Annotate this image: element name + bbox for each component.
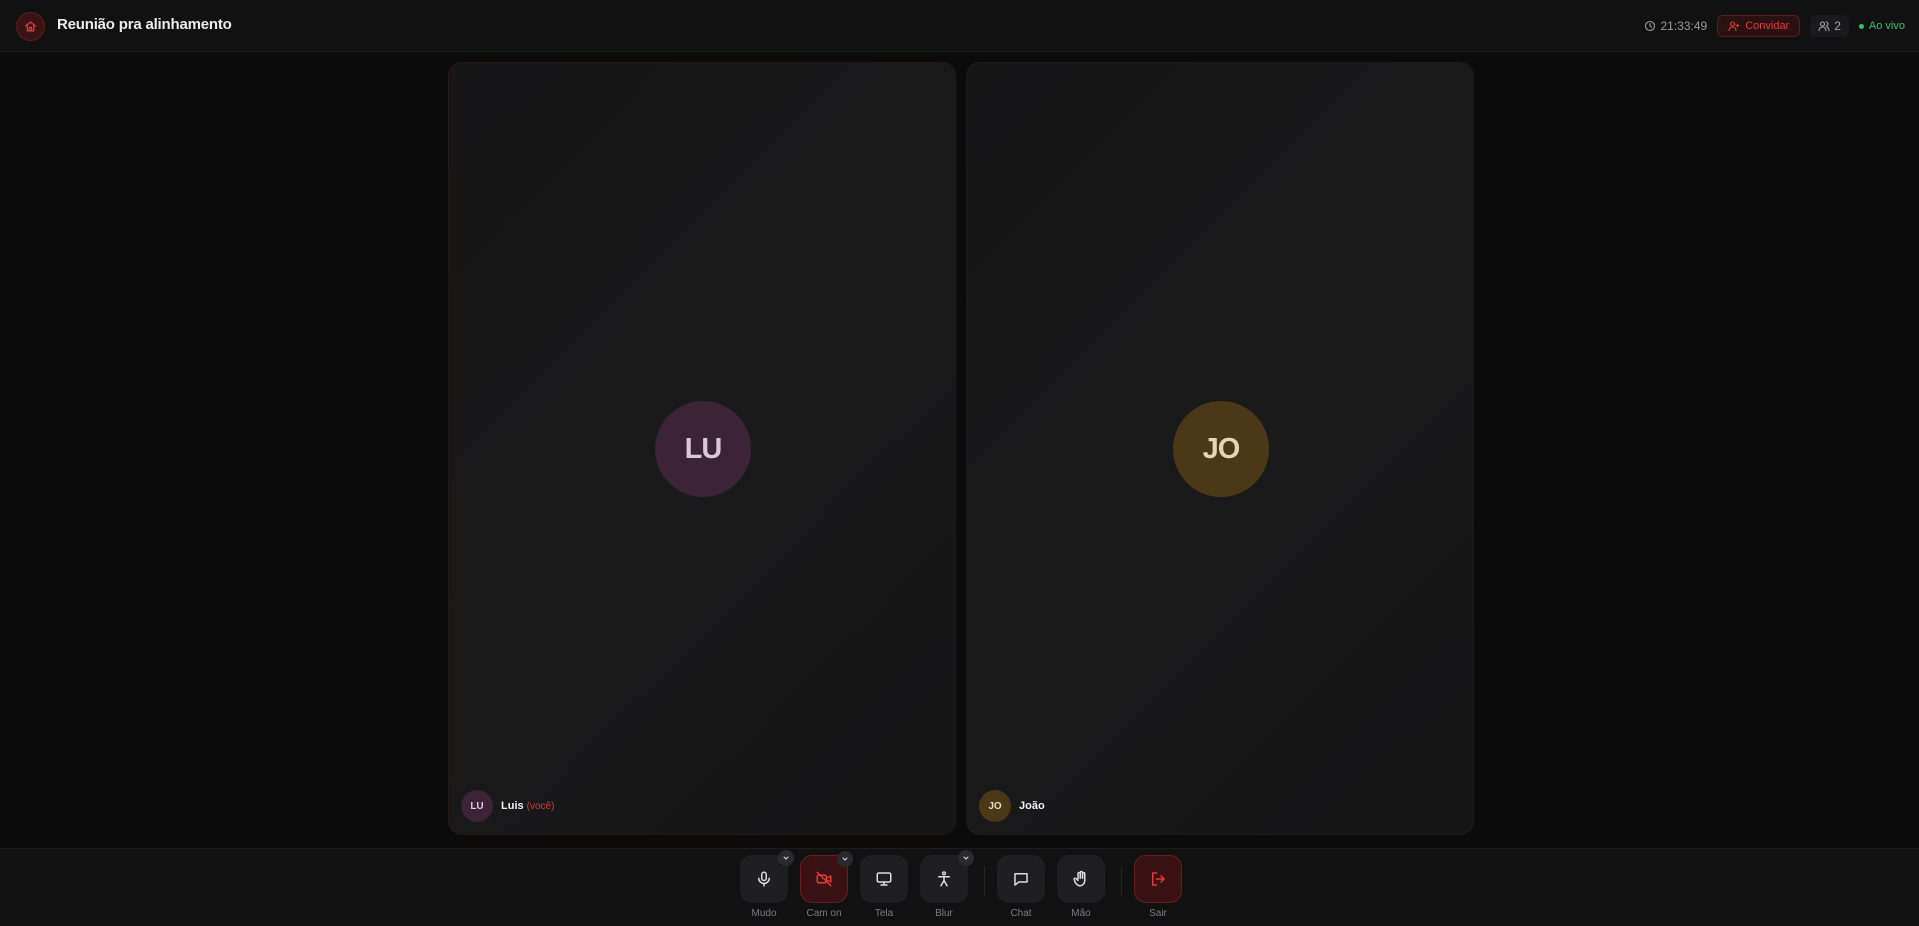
meeting-title: Reunião pra alinhamento (57, 16, 232, 33)
blur-label: Blur (935, 908, 953, 919)
participant-name: Luis (você) (501, 800, 554, 812)
participant-name: João (1019, 800, 1045, 812)
meeting-timer: 21:33:49 (1644, 19, 1707, 33)
chat-label: Chat (1010, 908, 1032, 919)
chat-button[interactable] (997, 855, 1045, 903)
add-user-icon (1728, 20, 1740, 32)
participants-button[interactable]: 2 (1810, 15, 1849, 37)
camera-control: Cam on (800, 851, 853, 919)
camera-off-icon (815, 870, 833, 888)
top-bar: Reunião pra alinhamento 21:33:49 Convida… (0, 0, 1919, 52)
video-tile-local[interactable]: LU LU Luis (você) (448, 62, 956, 835)
camera-button[interactable] (800, 851, 853, 903)
live-indicator: Ao vivo (1858, 20, 1905, 32)
participant-avatar-small: JO (979, 790, 1011, 822)
screen-label: Tela (874, 908, 894, 919)
person-icon (935, 870, 953, 888)
participant-avatar-large: JO (1173, 401, 1269, 497)
monitor-icon (875, 870, 893, 888)
home-icon (24, 20, 37, 33)
participant-count: 2 (1834, 19, 1841, 33)
clock-icon (1644, 20, 1656, 32)
tile-name-tag: LU Luis (você) (461, 790, 554, 822)
control-divider (1121, 866, 1122, 896)
participant-name-text: Luis (501, 800, 524, 812)
live-label: Ao vivo (1868, 20, 1905, 32)
blur-button[interactable] (920, 850, 974, 903)
invite-label: Convidar (1745, 20, 1790, 32)
participant-avatar-large: LU (655, 401, 751, 497)
tile-name-tag: JO João (979, 790, 1045, 822)
home-button[interactable] (16, 12, 45, 41)
leave-label: Sair (1149, 908, 1167, 919)
participant-avatar-small: LU (461, 790, 493, 822)
mute-control: Mudo (740, 850, 794, 919)
leave-button[interactable] (1134, 855, 1182, 903)
mute-button[interactable] (740, 850, 794, 903)
you-label: (você) (526, 801, 555, 812)
video-tile-remote[interactable]: JO JO João (966, 62, 1474, 835)
timer-value: 21:33:49 (1660, 19, 1708, 33)
blur-control: Blur (920, 850, 974, 919)
screen-share-button[interactable] (860, 855, 908, 903)
leave-control: Sair (1134, 855, 1182, 919)
hand-icon (1072, 870, 1090, 888)
hand-label: Mão (1071, 908, 1091, 919)
microphone-icon (755, 870, 773, 888)
camera-options-caret[interactable] (837, 851, 853, 867)
camera-label: Cam on (806, 908, 842, 919)
mute-label: Mudo (751, 908, 777, 919)
invite-button[interactable]: Convidar (1717, 15, 1801, 37)
exit-icon (1149, 870, 1167, 888)
blur-options-caret[interactable] (958, 850, 974, 866)
chat-control: Chat (997, 855, 1045, 919)
hand-control: Mão (1057, 855, 1105, 919)
screen-control: Tela (860, 855, 908, 919)
users-icon (1818, 20, 1830, 32)
control-divider (984, 866, 985, 896)
mic-options-caret[interactable] (778, 850, 794, 866)
chat-bubble-icon (1012, 870, 1030, 888)
raise-hand-button[interactable] (1057, 855, 1105, 903)
live-dot (1858, 23, 1864, 29)
